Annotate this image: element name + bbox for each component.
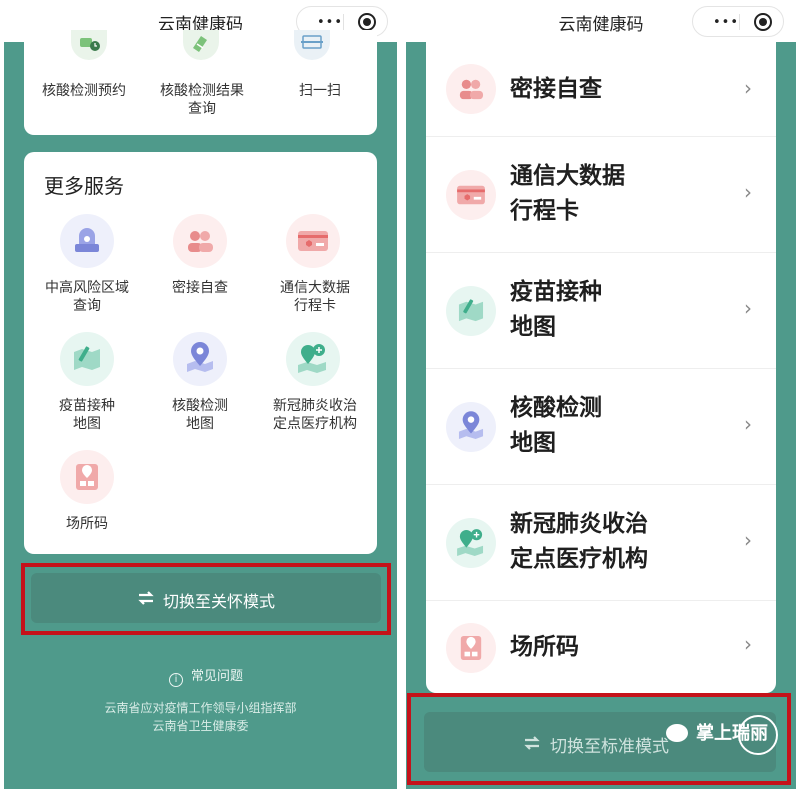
risk-area-label[interactable]: 中高风险区域 查询 — [28, 279, 146, 315]
highlight-box — [21, 563, 391, 635]
close-target-icon[interactable] — [358, 13, 376, 31]
scan-icon[interactable] — [294, 30, 330, 60]
nucleic-test-booking-label[interactable]: 核酸检测预约 — [24, 82, 144, 100]
list-item-label: 密接自查 — [510, 76, 602, 102]
more-icon[interactable]: ••• — [713, 15, 739, 30]
close-contact-check-label[interactable]: 密接自查 — [141, 279, 259, 297]
wechat-icon — [666, 724, 688, 742]
designated-hospital-label[interactable]: 新冠肺炎收治 定点医疗机构 — [256, 397, 374, 433]
info-icon: i — [169, 673, 183, 687]
chevron-right-icon: › — [744, 296, 752, 320]
watermark-logo-icon — [738, 715, 778, 755]
list-item-nucleic-test-map[interactable]: 核酸检测 地图 › — [426, 369, 776, 485]
vaccination-map-label[interactable]: 疫苗接种 地图 — [28, 397, 146, 433]
list-item-label: 场所码 — [510, 634, 579, 660]
designated-hospital-icon — [446, 518, 496, 568]
screenshot-stage: 云南健康码 ••• 核酸检测预约 核酸检测结果 查询 扫一扫 更多服务 中高风险… — [0, 0, 800, 789]
list-item-label: 疫苗接种 地图 — [510, 279, 602, 340]
travel-card-label[interactable]: 通信大数据 行程卡 — [256, 279, 374, 315]
quick-services-card: 核酸检测预约 核酸检测结果 查询 扫一扫 — [24, 30, 377, 135]
nucleic-test-map-label[interactable]: 核酸检测 地图 — [141, 397, 259, 433]
close-target-icon[interactable] — [754, 13, 772, 31]
chevron-right-icon: › — [744, 528, 752, 552]
scan-label[interactable]: 扫一扫 — [260, 82, 380, 100]
chevron-right-icon: › — [744, 76, 752, 100]
chevron-right-icon: › — [744, 632, 752, 656]
close-contact-check-icon[interactable] — [173, 214, 227, 268]
vaccination-map-icon[interactable] — [60, 332, 114, 386]
care-mode-panel: 云南健康码 ••• 密接自查 › 通信大数据 行程卡 › 疫苗接种 地图 › 核… — [406, 0, 796, 789]
list-item-close-contact-check[interactable]: 密接自查 › — [426, 42, 776, 137]
standard-mode-panel: 云南健康码 ••• 核酸检测预约 核酸检测结果 查询 扫一扫 更多服务 中高风险… — [4, 0, 397, 789]
list-item-designated-hospital[interactable]: 新冠肺炎收治 定点医疗机构 › — [426, 485, 776, 601]
venue-code-icon — [446, 623, 496, 673]
travel-card-icon[interactable] — [286, 214, 340, 268]
chevron-right-icon: › — [744, 180, 752, 204]
nucleic-test-booking-icon[interactable] — [71, 30, 107, 60]
faq-link[interactable]: i 常见问题 — [169, 665, 243, 687]
more-services-card: 更多服务 中高风险区域 查询 密接自查 通信大数据 行程卡 疫苗接种 地图 核酸… — [24, 152, 377, 554]
list-item-label: 核酸检测 地图 — [510, 395, 602, 456]
list-item-label: 新冠肺炎收治 定点医疗机构 — [510, 511, 648, 572]
vaccination-map-icon — [446, 286, 496, 336]
footer-line-2: 云南省卫生健康委 — [152, 719, 249, 733]
travel-card-icon — [446, 170, 496, 220]
nucleic-test-map-icon — [446, 402, 496, 452]
venue-code-label[interactable]: 场所码 — [28, 515, 146, 533]
mini-program-titlebar: 云南健康码 ••• — [406, 0, 796, 42]
chevron-right-icon: › — [744, 412, 752, 436]
list-item-label: 通信大数据 行程卡 — [510, 163, 625, 224]
capsule-divider — [739, 14, 740, 30]
list-item-vaccination-map[interactable]: 疫苗接种 地图 › — [426, 253, 776, 369]
designated-hospital-icon[interactable] — [286, 332, 340, 386]
venue-code-icon[interactable] — [60, 450, 114, 504]
more-services-title: 更多服务 — [44, 174, 124, 198]
list-item-travel-card[interactable]: 通信大数据 行程卡 › — [426, 137, 776, 253]
close-contact-check-icon — [446, 64, 496, 114]
mini-program-capsule: ••• — [692, 6, 784, 37]
capsule-divider — [343, 14, 344, 30]
risk-area-icon[interactable] — [60, 214, 114, 268]
nucleic-test-result-icon[interactable] — [183, 30, 219, 60]
list-item-venue-code[interactable]: 场所码 › — [426, 601, 776, 693]
more-icon[interactable]: ••• — [317, 15, 343, 30]
nucleic-test-result-label[interactable]: 核酸检测结果 查询 — [142, 82, 262, 118]
nucleic-test-map-icon[interactable] — [173, 332, 227, 386]
footer-line-1: 云南省应对疫情工作领导小组指挥部 — [104, 701, 297, 715]
